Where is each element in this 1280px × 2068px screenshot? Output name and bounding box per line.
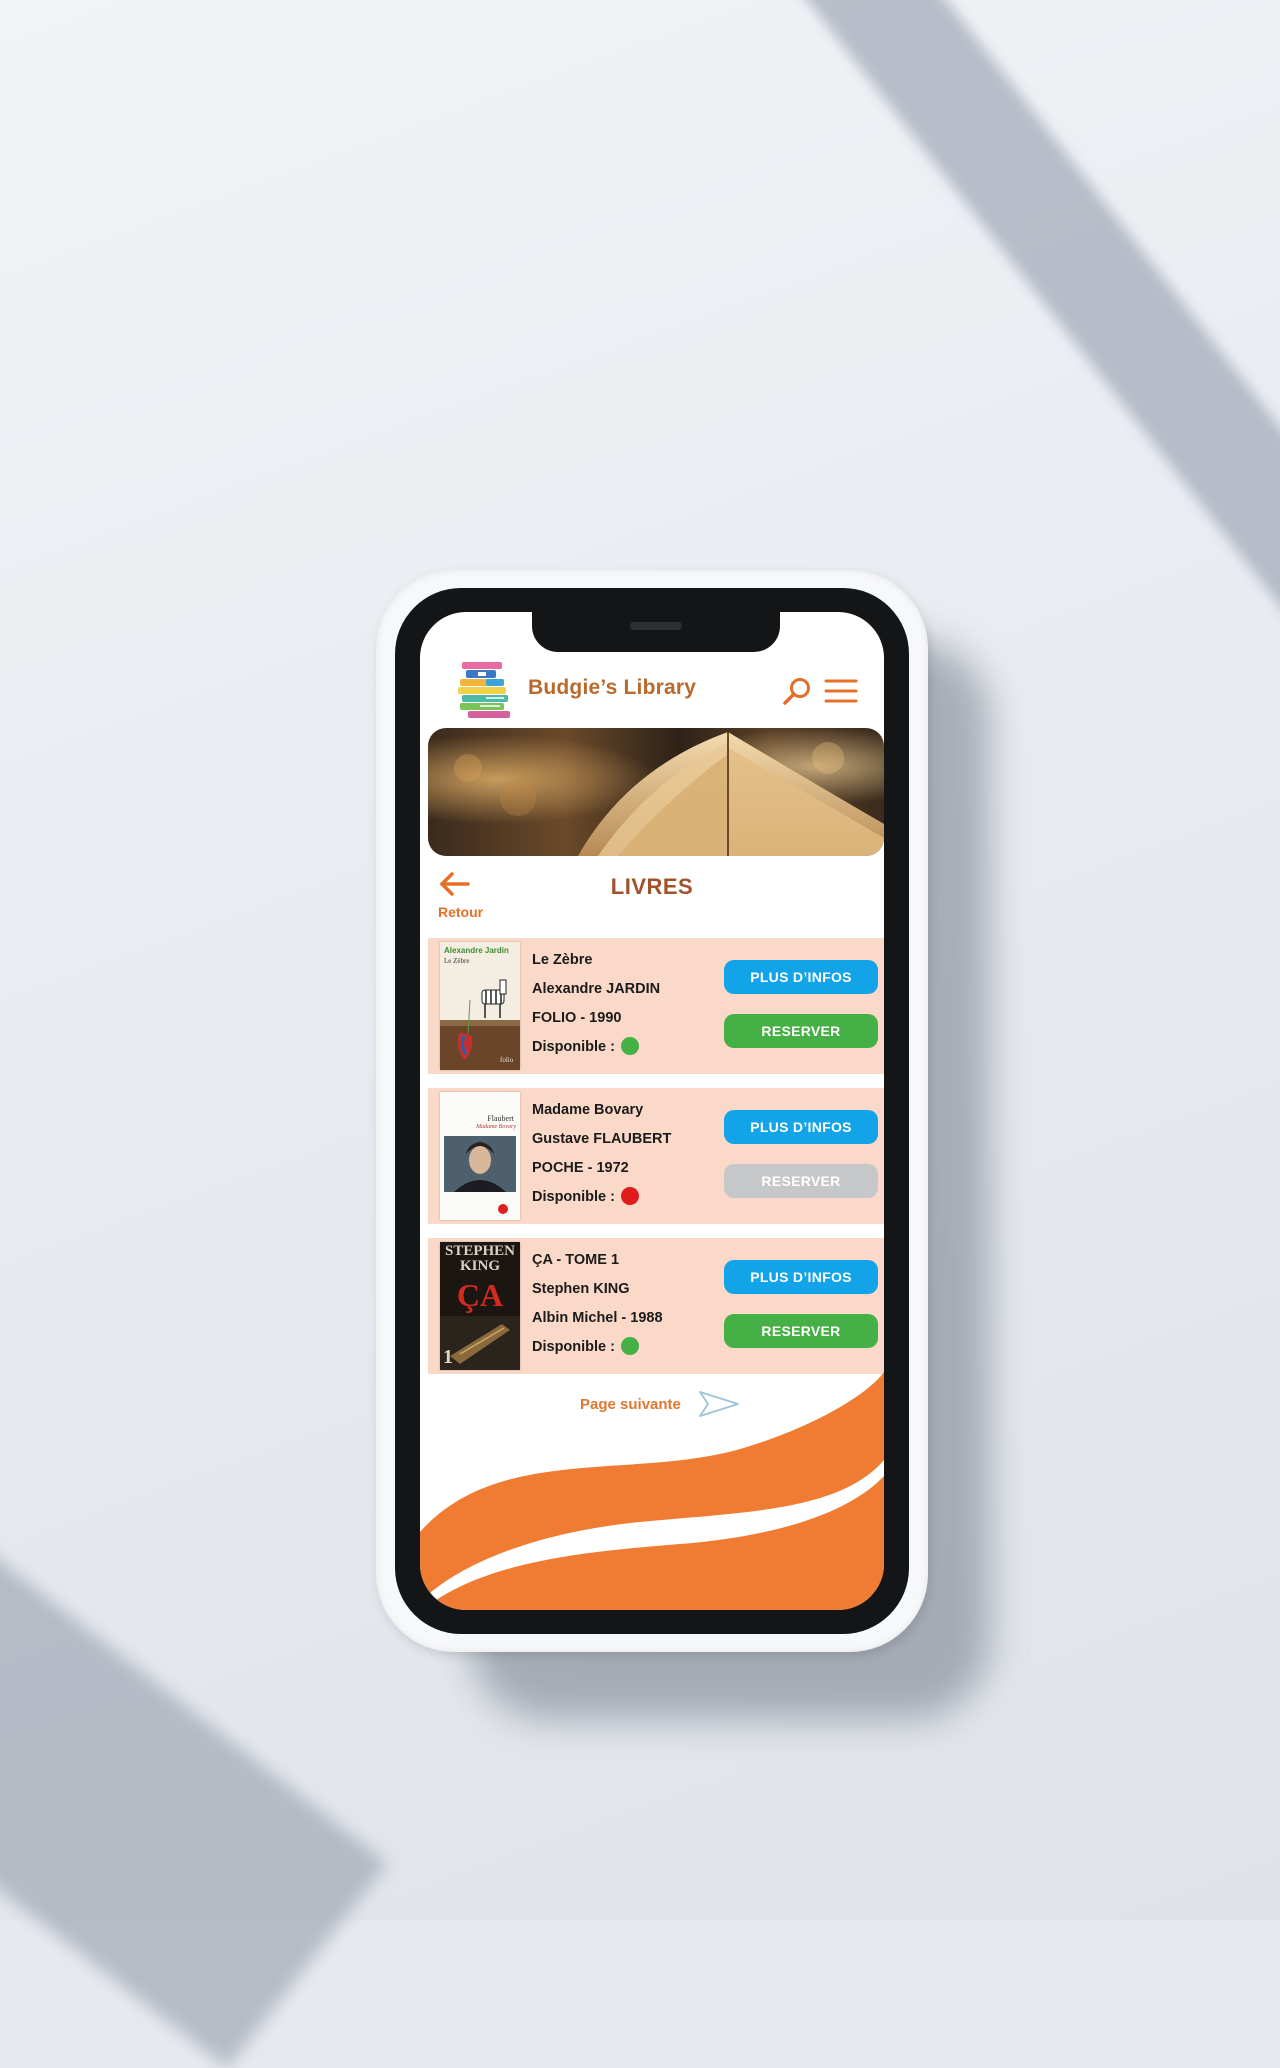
cover-author: Flaubert <box>487 1114 514 1123</box>
cover-tome-number: 1 <box>443 1346 453 1368</box>
reserve-button[interactable]: RESERVER <box>724 1014 878 1048</box>
cover-title: Madame Bovary <box>476 1124 516 1130</box>
book-availability: Disponible : <box>532 1033 732 1062</box>
reserve-button-disabled[interactable]: RESERVER <box>724 1164 878 1198</box>
more-info-button[interactable]: PLUS D’INFOS <box>724 1110 878 1144</box>
book-author: Gustave FLAUBERT <box>532 1131 672 1147</box>
page-title: LIVRES <box>610 874 694 899</box>
more-info-button[interactable]: PLUS D’INFOS <box>724 1260 878 1294</box>
book-cover-image[interactable]: STEPHEN KING ÇA 1 <box>440 1242 520 1370</box>
cover-title: ÇA <box>456 1277 504 1313</box>
books-stack-logo-icon[interactable] <box>456 658 520 720</box>
book-title: ÇA - TOME 1 <box>532 1252 620 1268</box>
search-icon[interactable] <box>782 676 812 706</box>
reserve-button[interactable]: RESERVER <box>724 1314 878 1348</box>
book-availability: Disponible : <box>532 1183 732 1212</box>
app-header: Budgie’s Library <box>420 650 884 722</box>
book-availability: Disponible : <box>532 1333 732 1362</box>
book-cover-image[interactable]: Alexandre Jardin Le Zèbre folio <box>440 942 520 1070</box>
book-publisher-year: FOLIO - 1990 <box>532 1010 622 1026</box>
availability-label: Disponible : <box>532 1189 615 1205</box>
more-info-button[interactable]: PLUS D’INFOS <box>724 960 878 994</box>
brand-name: Budgie’s Library <box>528 676 697 699</box>
cover-author: Alexandre Jardin <box>444 946 509 955</box>
book-title: Le Zèbre <box>532 952 593 968</box>
cover-title: Le Zèbre <box>444 957 470 965</box>
cover-publisher: folio <box>500 1056 514 1064</box>
book-author: Stephen KING <box>532 1281 630 1297</box>
back-label: Retour <box>438 904 484 920</box>
unavailable-status-dot <box>620 1187 639 1205</box>
zebra-illustration <box>440 979 520 1070</box>
phone-notch <box>532 612 780 652</box>
book-info: Le Zèbre Alexandre JARDIN FOLIO - 1990 D… <box>532 946 732 1062</box>
book-publisher-year: Albin Michel - 1988 <box>532 1310 663 1326</box>
speaker-grille <box>630 622 682 630</box>
available-status-dot <box>620 1037 639 1055</box>
open-book-illustration <box>428 728 884 856</box>
book-author: Alexandre JARDIN <box>532 981 661 997</box>
availability-label: Disponible : <box>532 1339 615 1355</box>
next-page-link[interactable]: Page suivante <box>580 1396 681 1413</box>
publisher-logo-icon <box>498 1204 508 1214</box>
book-card: Flaubert Madame Bovary Madame Bovary Gus… <box>428 1088 884 1224</box>
phone-screen: Budgie’s Library Retour LIVRES Alexandre… <box>420 612 884 1610</box>
library-banner-image <box>428 728 884 856</box>
cover-author-line2: KING <box>459 1258 500 1274</box>
available-status-dot <box>620 1337 639 1355</box>
availability-label: Disponible : <box>532 1039 615 1055</box>
cover-author-line1: STEPHEN <box>444 1243 516 1259</box>
book-title: Madame Bovary <box>532 1102 644 1118</box>
hamburger-menu-icon[interactable] <box>824 678 858 704</box>
book-publisher-year: POCHE - 1972 <box>532 1160 629 1176</box>
book-card: STEPHEN KING ÇA 1 ÇA - TOME 1 Stephen KI… <box>428 1238 884 1374</box>
book-info: ÇA - TOME 1 Stephen KING Albin Michel - … <box>532 1246 732 1362</box>
book-info: Madame Bovary Gustave FLAUBERT POCHE - 1… <box>532 1096 732 1212</box>
chevron-right-icon[interactable] <box>696 1388 742 1420</box>
book-card: Alexandre Jardin Le Zèbre folio Le Zèbre <box>428 938 884 1074</box>
portrait-illustration <box>444 1136 516 1192</box>
book-cover-image[interactable]: Flaubert Madame Bovary <box>440 1092 520 1220</box>
